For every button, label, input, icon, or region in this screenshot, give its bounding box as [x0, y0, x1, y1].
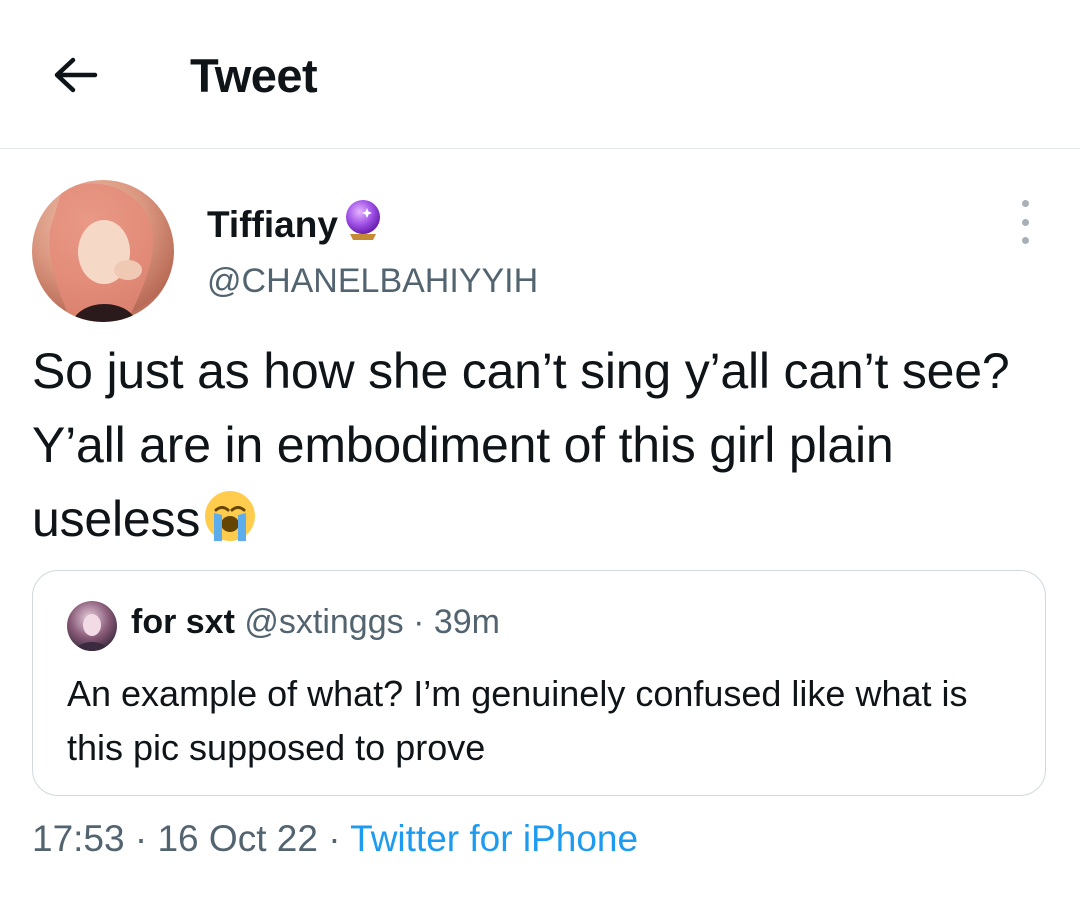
meta-separator: · — [124, 818, 158, 859]
author-name-text: Tiffiany — [207, 203, 338, 245]
quoted-tweet-header: for sxt @sxtinggs · 39m — [131, 603, 500, 642]
tweet-author-name[interactable]: Tiffiany — [207, 197, 386, 252]
avatar-image — [49, 183, 153, 322]
more-dot — [1021, 218, 1029, 226]
quoted-time: 39m — [433, 603, 500, 641]
more-dot — [1021, 237, 1029, 244]
quoted-author-avatar — [67, 601, 117, 651]
back-button[interactable] — [48, 48, 102, 102]
avatar[interactable] — [32, 180, 174, 322]
page-title: Tweet — [190, 49, 318, 102]
quoted-tweet-text: An example of what? I’m genuinely confus… — [67, 673, 968, 768]
quoted-avatar-image — [75, 614, 109, 651]
crystal-ball-icon — [340, 197, 386, 252]
quoted-separator: · — [403, 603, 434, 641]
loudly-crying-face-icon — [202, 488, 258, 564]
tweet-date: 16 Oct 22 — [157, 818, 318, 859]
arrow-left-icon — [54, 57, 98, 93]
meta-separator: · — [317, 818, 351, 859]
quoted-author-handle: @sxtinggs — [244, 603, 404, 641]
tweet-text: So just as how she can’t sing y’all can’… — [32, 343, 1010, 547]
tweet-metadata: 17:53 · 16 Oct 22 · Twitter for iPhone — [32, 818, 638, 860]
top-bar: Tweet — [0, 0, 1080, 149]
quoted-author-name: for sxt — [131, 603, 235, 641]
more-options-button[interactable] — [1010, 200, 1040, 244]
quoted-tweet-card[interactable]: for sxt @sxtinggs · 39m An example of wh… — [32, 570, 1046, 796]
tweet-source-link[interactable]: Twitter for iPhone — [350, 818, 638, 859]
tweet-time: 17:53 — [32, 818, 125, 859]
tweet-body: So just as how she can’t sing y’all can’… — [32, 334, 1052, 564]
more-vertical-icon — [1021, 200, 1029, 207]
tweet-author-handle[interactable]: @CHANELBAHIYYIH — [207, 262, 538, 301]
